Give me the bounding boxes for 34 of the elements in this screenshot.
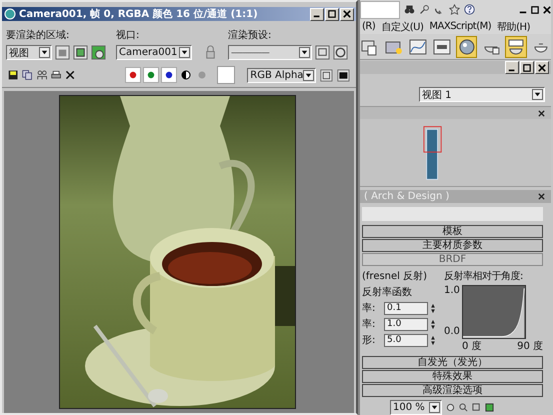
menu-item[interactable]: (R): [362, 21, 376, 32]
rollout-button[interactable]: 自发光（发光）: [362, 356, 543, 369]
axis-label: 0 度: [462, 340, 482, 353]
material-type: ( Arch & Design ): [364, 191, 450, 202]
menu-item[interactable]: 自定义(U): [381, 20, 424, 34]
display-dropdown[interactable]: RGB Alpha: [247, 68, 316, 82]
rollout-button[interactable]: 主要材质参数: [362, 239, 543, 252]
window-title: Camera001, 帧 0, RGBA 颜色 16 位/通道 (1:1): [19, 8, 258, 21]
zoom-dropdown[interactable]: 100 %: [390, 400, 442, 415]
axis-label: 1.0: [444, 285, 460, 296]
group-label: 反射率函数: [362, 286, 413, 299]
rollout-button[interactable]: 模板: [362, 225, 543, 238]
field-label: 率:: [362, 302, 376, 315]
axis-label: 90 度: [517, 340, 543, 353]
graph-title: 反射率相对于角度:: [444, 270, 524, 283]
field-label: 形:: [362, 334, 376, 347]
area-dropdown[interactable]: 视图: [6, 45, 52, 60]
number-field[interactable]: 5.0: [384, 334, 428, 346]
viewport-dropdown[interactable]: Camera001: [116, 45, 192, 60]
fresnel-label: (fresnel 反射): [362, 270, 428, 283]
view-dropdown[interactable]: 视图 1: [419, 87, 545, 102]
rollout-button[interactable]: 高级渲染选项: [362, 384, 543, 397]
field-label: 率:: [362, 318, 376, 331]
preset-label: 渲染预设:: [228, 28, 272, 42]
menu-item[interactable]: 帮助(H): [497, 20, 530, 34]
number-field[interactable]: 0.1: [384, 302, 428, 314]
rollout-button[interactable]: BRDF: [362, 253, 543, 266]
rollout-button[interactable]: 特殊效果: [362, 370, 543, 383]
axis-label: 0.0: [444, 326, 460, 337]
viewport-label: 视口:: [116, 28, 140, 42]
menu-item[interactable]: MAXScript(M): [429, 21, 492, 32]
area-label: 要渲染的区域:: [6, 28, 70, 42]
preset-dropdown[interactable]: --------------------: [228, 45, 312, 60]
number-field[interactable]: 1.0: [384, 318, 428, 330]
